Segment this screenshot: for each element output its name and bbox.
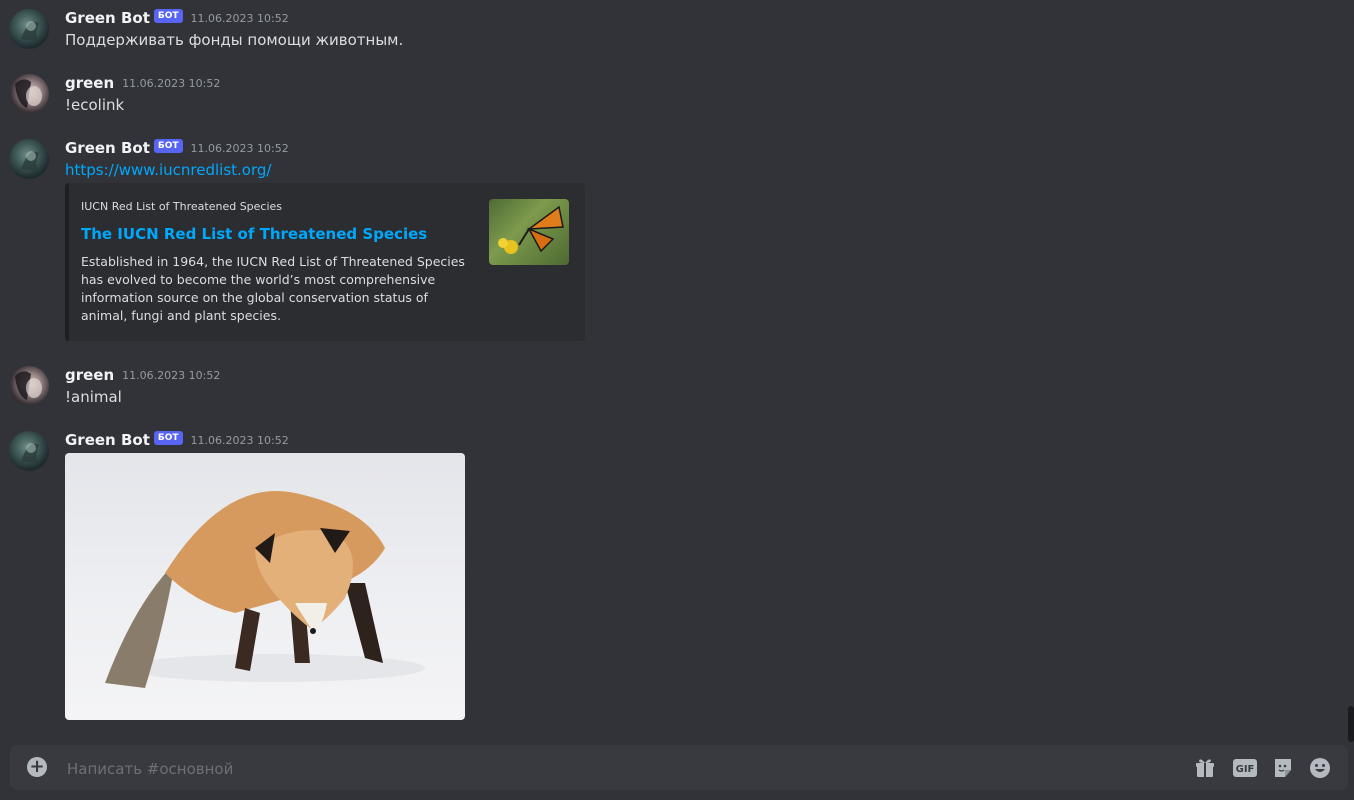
message-header: Green Bot БОТ 11.06.2023 10:52 bbox=[65, 431, 289, 449]
avatar[interactable] bbox=[9, 366, 49, 406]
message-text: !ecolink bbox=[65, 96, 125, 114]
message-header: green 11.06.2023 10:52 bbox=[65, 74, 220, 92]
gif-label: GIF bbox=[1236, 764, 1255, 775]
embed-title[interactable]: The IUCN Red List of Threatened Species bbox=[81, 225, 427, 243]
embed-provider[interactable]: IUCN Red List of Threatened Species bbox=[81, 200, 282, 213]
gift-icon[interactable] bbox=[1194, 757, 1216, 779]
link-embed: IUCN Red List of Threatened Species The … bbox=[65, 183, 585, 341]
message-text: Поддерживать фонды помощи животным. bbox=[65, 31, 404, 49]
timestamp: 11.06.2023 10:52 bbox=[190, 433, 289, 447]
message-header: Green Bot БОТ 11.06.2023 10:52 bbox=[65, 9, 289, 27]
avatar[interactable] bbox=[9, 431, 49, 471]
embed-thumbnail-butterfly[interactable] bbox=[489, 199, 569, 265]
author-name[interactable]: green bbox=[65, 74, 114, 92]
scrollbar-thumb[interactable] bbox=[1348, 706, 1354, 742]
message-link[interactable]: https://www.iucnredlist.org/ bbox=[65, 161, 271, 179]
sticker-icon[interactable] bbox=[1272, 757, 1294, 779]
avatar[interactable] bbox=[9, 139, 49, 179]
timestamp: 11.06.2023 10:52 bbox=[190, 11, 289, 25]
avatar[interactable] bbox=[9, 74, 49, 114]
message-text: https://www.iucnredlist.org/ bbox=[65, 161, 271, 179]
timestamp: 11.06.2023 10:52 bbox=[122, 76, 221, 90]
message-header: green 11.06.2023 10:52 bbox=[65, 366, 220, 384]
timestamp: 11.06.2023 10:52 bbox=[122, 368, 221, 382]
emoji-icon[interactable] bbox=[1309, 757, 1331, 779]
author-name[interactable]: Green Bot bbox=[65, 431, 150, 449]
bot-badge: БОТ bbox=[153, 139, 183, 153]
author-name[interactable]: Green Bot bbox=[65, 9, 150, 27]
bot-badge: БОТ bbox=[153, 431, 183, 445]
author-name[interactable]: green bbox=[65, 366, 114, 384]
chat-window: Green Bot БОТ 11.06.2023 10:52 Поддержив… bbox=[0, 0, 1354, 800]
timestamp: 11.06.2023 10:52 bbox=[190, 141, 289, 155]
attachment-image-fox[interactable] bbox=[65, 453, 465, 720]
message-input[interactable] bbox=[65, 745, 1169, 792]
embed-description: Established in 1964, the IUCN Red List o… bbox=[81, 254, 465, 323]
bot-badge: БОТ bbox=[153, 9, 183, 23]
avatar[interactable] bbox=[9, 9, 49, 49]
message-header: Green Bot БОТ 11.06.2023 10:52 bbox=[65, 139, 289, 157]
message-text: !animal bbox=[65, 388, 122, 406]
author-name[interactable]: Green Bot bbox=[65, 139, 150, 157]
gif-icon[interactable]: GIF bbox=[1233, 757, 1257, 779]
plus-circle-icon[interactable]: + bbox=[27, 757, 47, 777]
message-composer: + GIF bbox=[10, 745, 1348, 792]
